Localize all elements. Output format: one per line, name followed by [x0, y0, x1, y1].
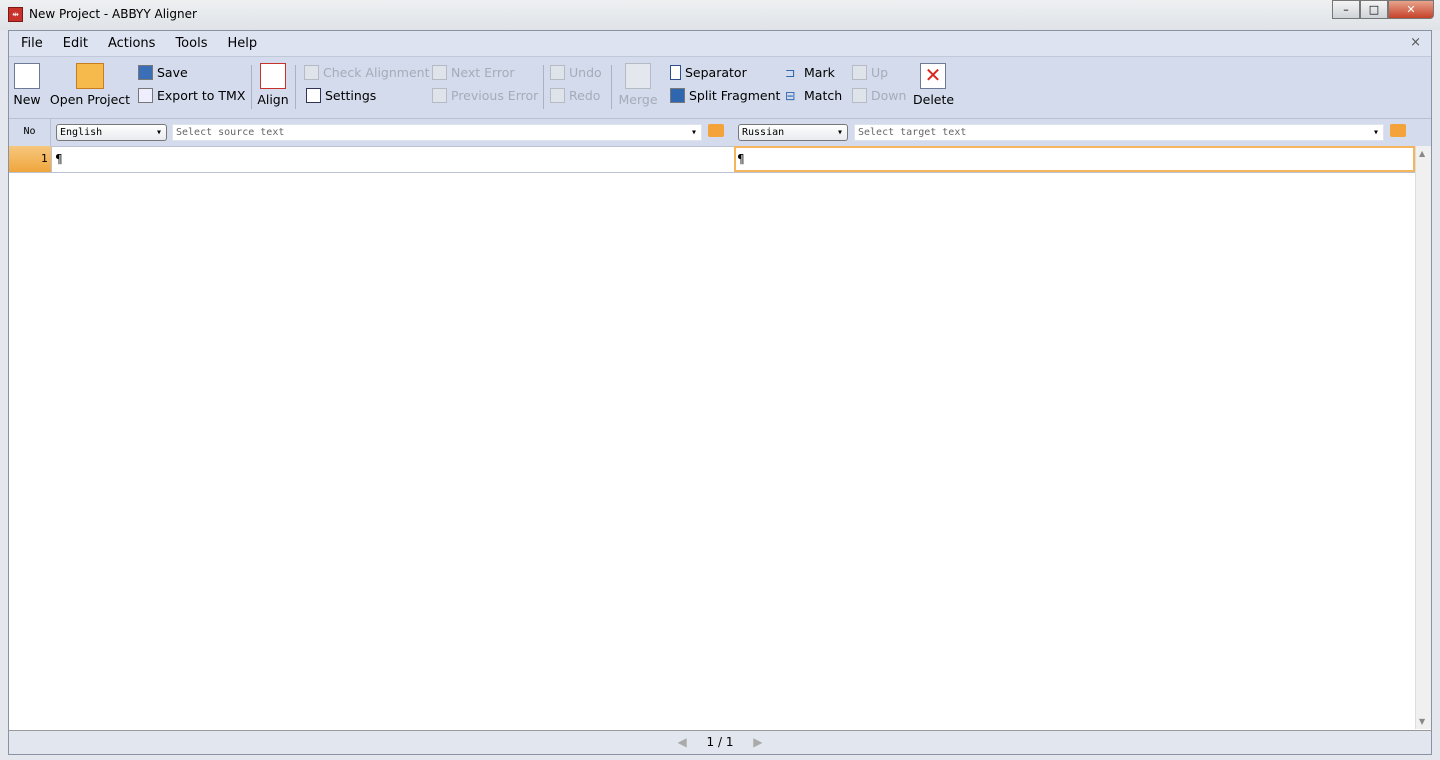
merge-button[interactable]: Merge — [617, 63, 659, 107]
document-close-button[interactable]: × — [1410, 35, 1421, 50]
merge-label: Merge — [618, 92, 658, 107]
save-icon — [138, 65, 153, 80]
split-fragment-button[interactable]: Split Fragment — [670, 88, 780, 103]
down-icon — [852, 88, 867, 103]
export-tmx-label: Export to TMX — [157, 88, 246, 103]
title-bar: ⇹ New Project - ABBYY Aligner – □ ✕ — [0, 0, 1440, 30]
new-label: New — [13, 92, 41, 107]
main-window: File Edit Actions Tools Help × New Open … — [8, 30, 1432, 755]
source-cell[interactable]: ¶ — [51, 146, 733, 172]
chevron-down-icon: ▾ — [690, 127, 697, 138]
new-button[interactable]: New — [12, 63, 42, 107]
divider — [295, 65, 296, 109]
check-alignment-label: Check Alignment — [323, 65, 430, 80]
open-project-button[interactable]: Open Project — [49, 63, 131, 107]
split-fragment-icon — [670, 88, 685, 103]
menu-actions[interactable]: Actions — [108, 36, 156, 51]
status-bar: ◀ 1 / 1 ▶ — [9, 730, 1431, 754]
match-icon: ⊟ — [785, 88, 796, 103]
merge-icon — [625, 63, 651, 89]
previous-error-icon — [432, 88, 447, 103]
row-number: 1 — [9, 146, 51, 172]
undo-label: Undo — [569, 65, 602, 80]
undo-icon — [550, 65, 565, 80]
check-alignment-button[interactable]: Check Alignment — [304, 65, 429, 80]
next-error-button[interactable]: Next Error — [432, 65, 515, 80]
divider — [543, 65, 544, 109]
target-text-select[interactable]: Select target text ▾ — [854, 124, 1384, 141]
match-label: Match — [804, 88, 843, 103]
source-placeholder: Select source text — [176, 127, 285, 138]
delete-button[interactable]: ✕ Delete — [913, 63, 955, 107]
delete-icon: ✕ — [920, 63, 946, 89]
separator-button[interactable]: Separator — [670, 65, 747, 80]
close-button[interactable]: ✕ — [1388, 0, 1434, 19]
tmx-icon — [138, 88, 153, 103]
vertical-scrollbar[interactable]: ▲ ▼ — [1415, 146, 1431, 729]
save-button[interactable]: Save — [138, 65, 188, 80]
source-text-select[interactable]: Select source text ▾ — [172, 124, 702, 141]
table-row[interactable]: 1 ¶ ¶ — [9, 146, 1416, 173]
menu-bar: File Edit Actions Tools Help × — [9, 31, 1431, 57]
save-label: Save — [157, 65, 188, 80]
target-cell[interactable]: ¶ — [734, 146, 1415, 172]
previous-error-button[interactable]: Previous Error — [432, 88, 538, 103]
source-language-select[interactable]: English — [56, 124, 167, 141]
menu-help[interactable]: Help — [227, 36, 257, 51]
redo-label: Redo — [569, 88, 601, 103]
chevron-down-icon: ▾ — [1372, 127, 1379, 138]
number-column-header: No — [9, 119, 51, 146]
align-button[interactable]: Align — [257, 63, 289, 107]
previous-page-icon[interactable]: ◀ — [677, 735, 686, 749]
window-title: New Project - ABBYY Aligner — [29, 7, 197, 21]
maximize-button[interactable]: □ — [1360, 0, 1388, 19]
settings-checkbox-icon — [306, 88, 321, 103]
menu-tools[interactable]: Tools — [175, 36, 207, 51]
up-button[interactable]: Up — [852, 65, 888, 80]
align-icon — [260, 63, 286, 89]
scroll-up-icon[interactable]: ▲ — [1419, 149, 1425, 158]
target-placeholder: Select target text — [858, 127, 967, 138]
delete-label: Delete — [913, 92, 955, 107]
separator-icon — [670, 65, 681, 80]
undo-button[interactable]: Undo — [550, 65, 602, 80]
page-indicator: 1 / 1 — [706, 735, 734, 749]
check-alignment-icon — [304, 65, 319, 80]
next-page-icon[interactable]: ▶ — [753, 735, 762, 749]
menu-edit[interactable]: Edit — [63, 36, 88, 51]
match-button[interactable]: ⊟ Match — [785, 88, 842, 103]
menu-file[interactable]: File — [21, 36, 43, 51]
divider — [251, 65, 252, 109]
settings-button[interactable]: Settings — [306, 88, 376, 103]
target-language-select[interactable]: Russian — [738, 124, 848, 141]
column-header: No English Select source text ▾ Russian S… — [9, 119, 1431, 147]
target-open-folder-icon[interactable] — [1390, 124, 1406, 137]
separator-label: Separator — [685, 65, 747, 80]
down-button[interactable]: Down — [852, 88, 906, 103]
previous-error-label: Previous Error — [451, 88, 539, 103]
next-error-icon — [432, 65, 447, 80]
redo-button[interactable]: Redo — [550, 88, 600, 103]
up-icon — [852, 65, 867, 80]
scroll-down-icon[interactable]: ▼ — [1419, 717, 1425, 726]
up-label: Up — [871, 65, 889, 80]
app-icon: ⇹ — [8, 7, 23, 22]
divider — [611, 65, 612, 109]
minimize-button[interactable]: – — [1332, 0, 1360, 19]
folder-open-icon — [76, 63, 104, 89]
settings-label: Settings — [325, 88, 377, 103]
export-tmx-button[interactable]: Export to TMX — [138, 88, 245, 103]
next-error-label: Next Error — [451, 65, 515, 80]
mark-label: Mark — [804, 65, 835, 80]
align-label: Align — [257, 92, 289, 107]
toolbar: New Open Project Save Export to TMX Alig… — [9, 57, 1431, 119]
mark-icon: ⊐ — [785, 65, 796, 80]
split-fragment-label: Split Fragment — [689, 88, 781, 103]
mark-button[interactable]: ⊐ Mark — [785, 65, 835, 80]
redo-icon — [550, 88, 565, 103]
open-project-label: Open Project — [49, 92, 131, 107]
source-open-folder-icon[interactable] — [708, 124, 724, 137]
down-label: Down — [871, 88, 907, 103]
new-table-icon — [14, 63, 40, 89]
